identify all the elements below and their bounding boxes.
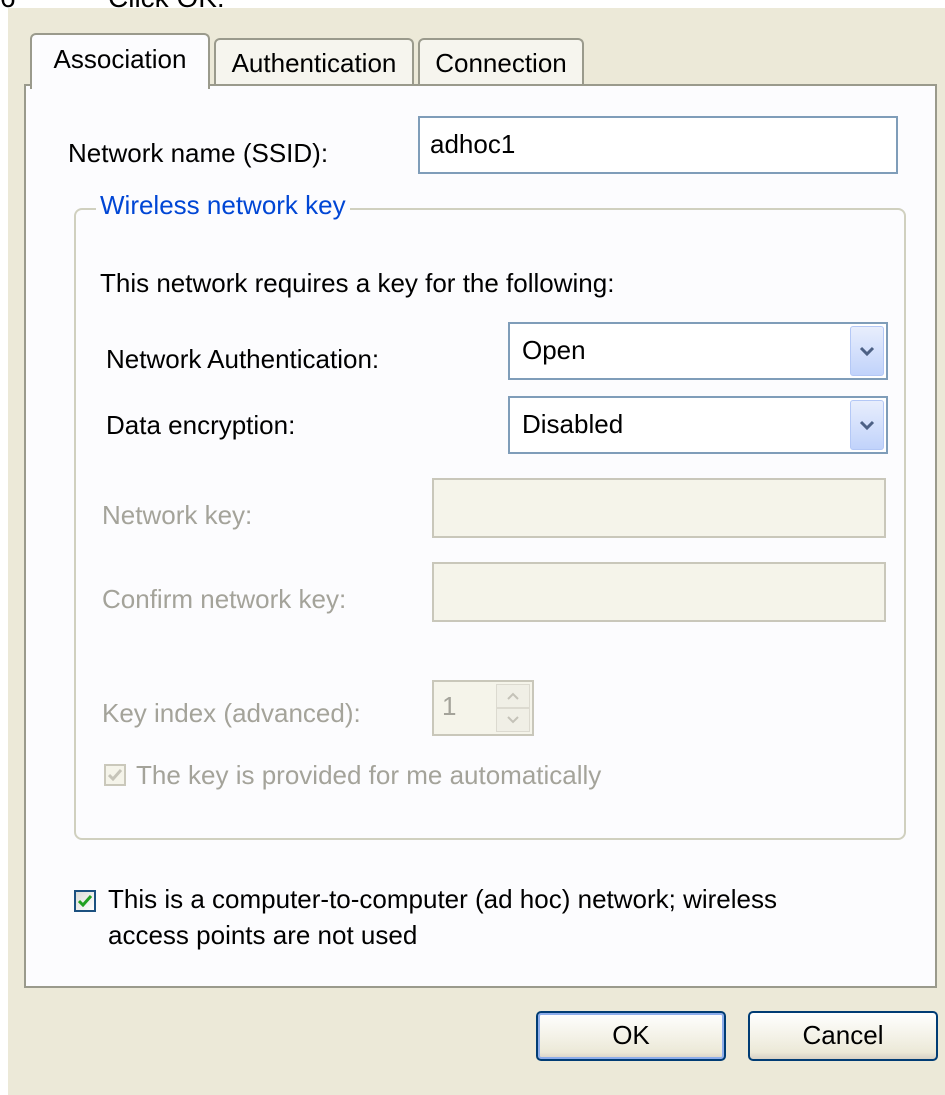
tab-association-label: Association [53, 44, 187, 74]
tab-authentication[interactable]: Authentication [214, 38, 414, 86]
network-key-label: Network key: [102, 500, 253, 530]
ok-button[interactable]: OK [536, 1011, 726, 1061]
arrow-up-icon [507, 692, 519, 700]
network-authentication-value: Open [522, 335, 586, 365]
cancel-button-label: Cancel [802, 1020, 884, 1050]
adhoc-network-label-line2: access points are not used [108, 920, 418, 950]
cancel-button[interactable]: Cancel [748, 1011, 938, 1061]
auto-key-checkbox[interactable] [104, 764, 126, 786]
network-authentication-label: Network Authentication: [106, 344, 380, 374]
tab-connection-label: Connection [435, 48, 567, 78]
wireless-network-key-legend: Wireless network key [96, 190, 350, 221]
chevron-down-icon [859, 420, 875, 431]
tab-connection[interactable]: Connection [418, 38, 584, 86]
wireless-network-key-group: Wireless network key This network requir… [74, 190, 906, 840]
spin-down-button[interactable] [496, 708, 530, 732]
auto-key-label: The key is provided for me automatically [136, 760, 602, 790]
network-authentication-dropdown-button[interactable] [850, 326, 884, 376]
checkmark-icon [108, 769, 122, 781]
adhoc-network-checkbox[interactable] [74, 890, 96, 912]
checkmark-icon [78, 895, 92, 907]
network-key-input[interactable] [432, 478, 886, 538]
confirm-network-key-label: Confirm network key: [102, 584, 347, 614]
data-encryption-select[interactable]: Disabled [508, 396, 888, 454]
ssid-input[interactable]: adhoc1 [418, 116, 898, 174]
wireless-network-properties-dialog: Association Authentication Connection Ne… [8, 8, 945, 1095]
data-encryption-label: Data encryption: [106, 410, 296, 440]
tab-association[interactable]: Association [30, 33, 210, 89]
arrow-down-icon [507, 716, 519, 724]
association-tab-panel: Network name (SSID): adhoc1 Wireless net… [24, 84, 937, 988]
chevron-down-icon [859, 346, 875, 357]
adhoc-network-label-line1: This is a computer-to-computer (ad hoc) … [108, 884, 778, 914]
spin-up-button[interactable] [496, 684, 530, 708]
key-index-value: 1 [442, 691, 457, 721]
network-authentication-select[interactable]: Open [508, 322, 888, 380]
confirm-network-key-input[interactable] [432, 562, 886, 622]
tab-authentication-label: Authentication [231, 48, 397, 78]
ssid-value: adhoc1 [430, 129, 516, 159]
data-encryption-value: Disabled [522, 409, 624, 439]
ssid-label: Network name (SSID): [68, 138, 329, 168]
key-requirement-description: This network requires a key for the foll… [100, 268, 615, 298]
ok-button-label: OK [612, 1020, 650, 1050]
key-index-spin-arrows [496, 684, 530, 732]
key-index-label: Key index (advanced): [102, 698, 361, 728]
data-encryption-dropdown-button[interactable] [850, 400, 884, 450]
key-index-spinner[interactable]: 1 [432, 680, 534, 736]
